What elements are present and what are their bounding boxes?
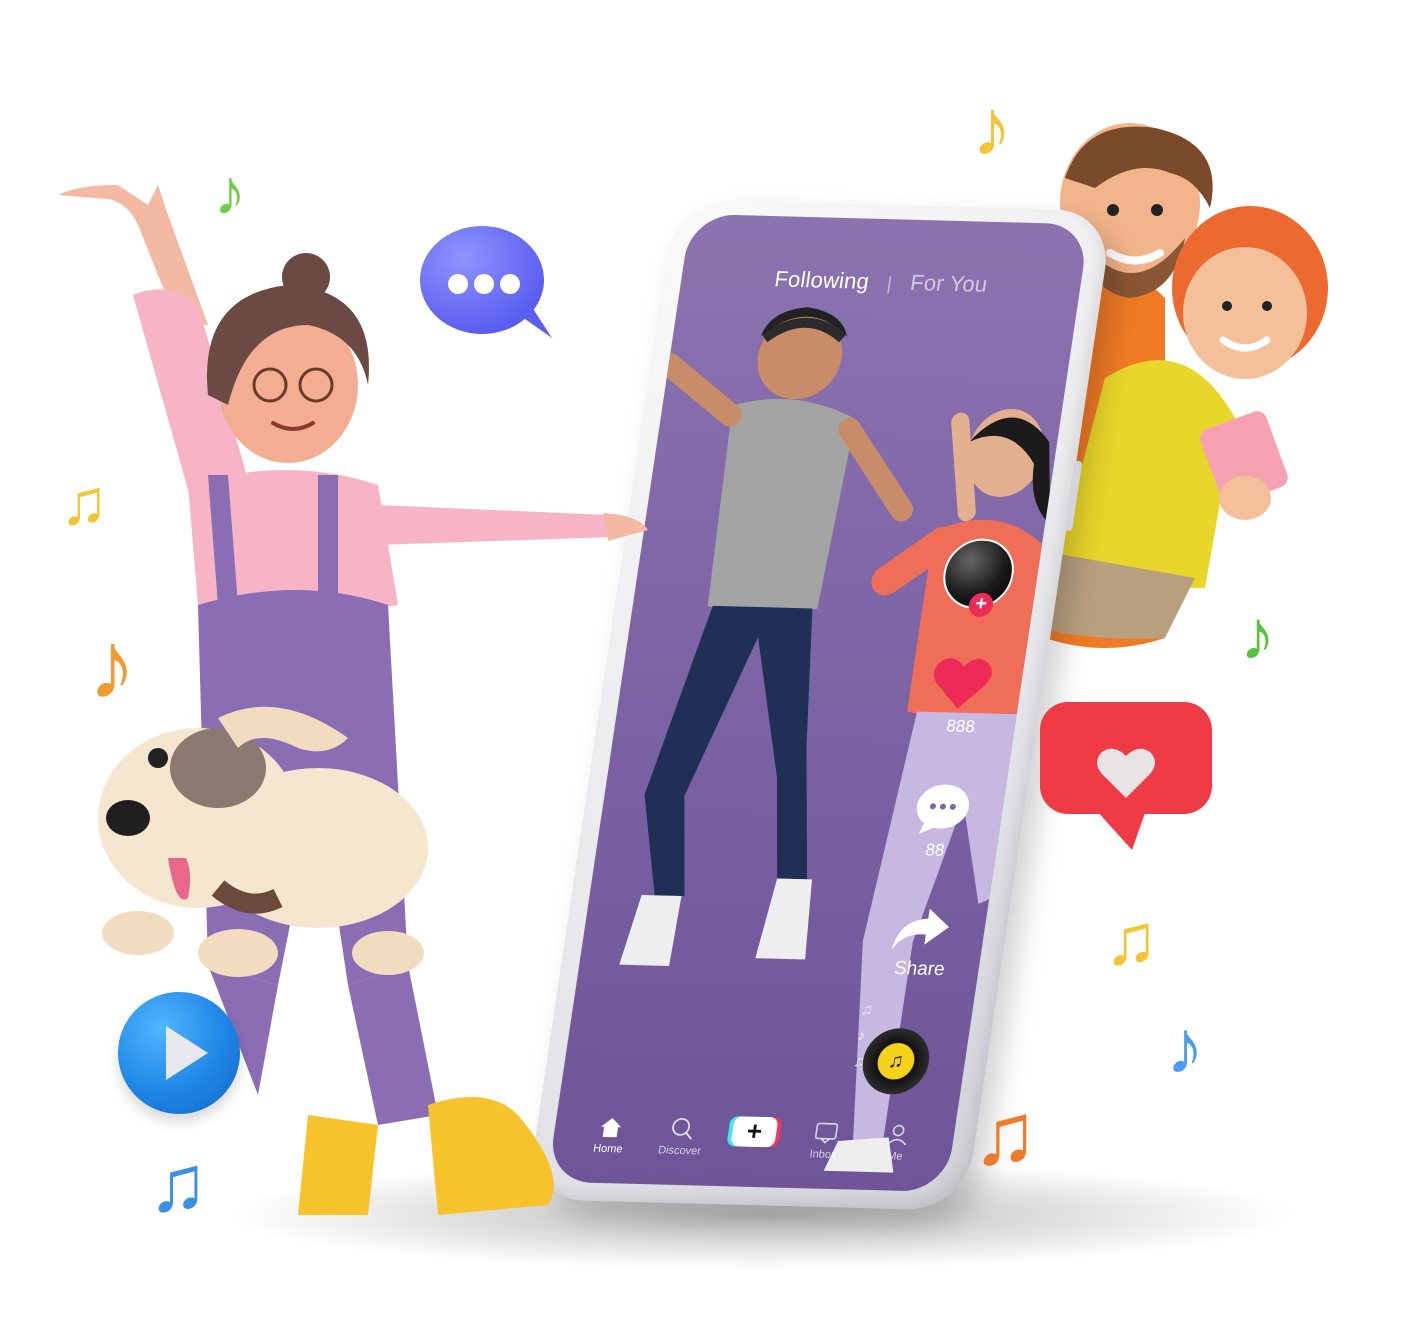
music-note-icon: ♪ bbox=[214, 156, 246, 228]
inbox-icon bbox=[814, 1122, 839, 1144]
music-note-icon: ♪ bbox=[1240, 596, 1275, 674]
share-label: Share bbox=[892, 957, 947, 981]
comment-icon[interactable] bbox=[911, 782, 975, 835]
music-note-icon: ♫ bbox=[148, 1139, 208, 1228]
music-note-icon: ♫ bbox=[972, 1084, 1038, 1183]
create-plus-button[interactable]: + bbox=[730, 1116, 779, 1148]
like-count: 888 bbox=[945, 716, 977, 737]
music-note-icon: ♪ bbox=[88, 612, 136, 719]
nav-me[interactable]: Me bbox=[860, 1118, 934, 1164]
play-triangle-icon bbox=[166, 1026, 208, 1080]
music-note-icon: ♫ bbox=[1104, 900, 1158, 980]
nav-inbox[interactable]: Inbox bbox=[788, 1116, 862, 1162]
share-arrow-icon[interactable] bbox=[889, 904, 954, 954]
profile-icon bbox=[887, 1124, 907, 1146]
nav-inbox-label: Inbox bbox=[808, 1148, 838, 1162]
comment-count: 88 bbox=[924, 840, 946, 860]
like-heart-icon[interactable] bbox=[927, 654, 995, 712]
music-note-icon: ♪ bbox=[972, 83, 1012, 172]
chat-bubble-icon bbox=[420, 226, 552, 338]
nav-create[interactable]: + bbox=[717, 1116, 791, 1160]
play-icon bbox=[118, 992, 240, 1114]
puppy-character bbox=[98, 706, 428, 977]
music-note-icon: ♫ bbox=[60, 466, 108, 538]
nav-me-label: Me bbox=[886, 1150, 904, 1163]
search-icon bbox=[672, 1117, 693, 1140]
music-note-icon: ♪ bbox=[1166, 1005, 1204, 1090]
heart-notification-icon bbox=[1040, 702, 1212, 850]
